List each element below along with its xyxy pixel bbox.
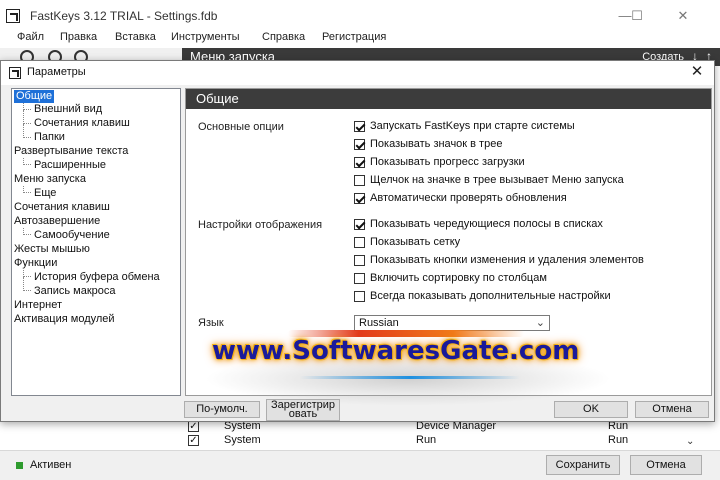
checkbox-label: Запускать FastKeys при старте системы bbox=[370, 120, 575, 132]
checkbox-label: Включить сортировку по столбцам bbox=[370, 272, 547, 284]
checkbox-label: Показывать кнопки изменения и удаления э… bbox=[370, 254, 644, 266]
tree-item-hotkeys[interactable]: Сочетания клавиш bbox=[34, 117, 130, 130]
menu-file[interactable]: Файл bbox=[17, 31, 44, 43]
tree-item-macro-recorder[interactable]: Запись макроса bbox=[34, 285, 116, 298]
checkbox-label: Показывать чередующиеся полосы в списках bbox=[370, 218, 603, 230]
settings-tree[interactable]: Общие Внешний вид Сочетания клавиш Папки… bbox=[11, 88, 181, 396]
status-text: Активен bbox=[30, 459, 72, 471]
tree-item-appearance[interactable]: Внешний вид bbox=[34, 103, 102, 116]
register-button-line2: овать bbox=[288, 408, 318, 420]
tree-item-more[interactable]: Еще bbox=[34, 187, 56, 200]
tree-item-mouse-gestures[interactable]: Жесты мышью bbox=[14, 243, 90, 256]
panel-header: Общие bbox=[186, 89, 711, 109]
checkbox-label: Автоматически проверять обновления bbox=[370, 192, 567, 204]
checkbox-box[interactable] bbox=[354, 121, 365, 132]
dialog-title: Параметры bbox=[27, 66, 86, 78]
checkbox-box[interactable] bbox=[354, 291, 365, 302]
row-category: System bbox=[224, 434, 261, 446]
status-bar: Активен Сохранить Отмена bbox=[0, 450, 720, 480]
menu-registration[interactable]: Регистрация bbox=[322, 31, 386, 43]
checkbox-box[interactable] bbox=[354, 255, 365, 266]
row-name: Run bbox=[416, 434, 437, 446]
tree-item-launch-menu[interactable]: Меню запуска bbox=[14, 173, 86, 186]
dialog-close-icon[interactable]: ✕ bbox=[688, 63, 706, 81]
tree-item-internet[interactable]: Интернет bbox=[14, 299, 62, 312]
tree-item-advanced[interactable]: Расширенные bbox=[34, 159, 106, 172]
window-title: FastKeys 3.12 TRIAL - Settings.fdb bbox=[30, 9, 218, 23]
checkbox-box[interactable] bbox=[354, 175, 365, 186]
watermark-text: www.SoftwaresGate.com bbox=[212, 336, 580, 366]
chevron-down-icon: ⌄ bbox=[535, 317, 545, 329]
menu-bar: Файл Правка Вставка Инструменты Справка … bbox=[0, 30, 720, 48]
menu-help[interactable]: Справка bbox=[262, 31, 305, 43]
main-cancel-button[interactable]: Отмена bbox=[630, 455, 702, 475]
table-row[interactable]: ✓ System Run Run bbox=[182, 434, 702, 448]
display-settings-label: Настройки отображения bbox=[198, 219, 323, 231]
menu-tools[interactable]: Инструменты bbox=[171, 31, 240, 43]
menu-edit[interactable]: Правка bbox=[60, 31, 97, 43]
checkbox-label: Показывать сетку bbox=[370, 236, 461, 248]
language-label: Язык bbox=[198, 317, 224, 329]
tree-item-clipboard-history[interactable]: История буфера обмена bbox=[34, 271, 160, 284]
watermark-underline bbox=[300, 376, 520, 379]
maximize-button[interactable]: ☐ bbox=[622, 6, 652, 26]
close-button[interactable]: ✕ bbox=[668, 6, 698, 26]
tree-item-autocomplete[interactable]: Автозавершение bbox=[14, 215, 100, 228]
checkbox-box[interactable] bbox=[354, 273, 365, 284]
language-value: Russian bbox=[359, 317, 399, 329]
table-row[interactable]: ✓ System Device Manager Run bbox=[182, 420, 702, 434]
tree-item-functions[interactable]: Функции bbox=[14, 257, 57, 270]
save-button[interactable]: Сохранить bbox=[546, 455, 620, 475]
main-titlebar: FastKeys 3.12 TRIAL - Settings.fdb — ☐ ✕ bbox=[0, 0, 720, 30]
language-select[interactable]: Russian ⌄ bbox=[354, 315, 550, 331]
checkbox-label: Щелчок на значке в трее вызывает Меню за… bbox=[370, 174, 624, 186]
checkbox-box[interactable] bbox=[354, 157, 365, 168]
tree-item-module-activation[interactable]: Активация модулей bbox=[14, 313, 115, 326]
row-action: Run bbox=[608, 434, 629, 446]
checkbox-label: Всегда показывать дополнительные настрой… bbox=[370, 290, 611, 302]
row-checkbox[interactable]: ✓ bbox=[188, 435, 199, 446]
checkbox-box[interactable] bbox=[354, 219, 365, 230]
app-icon bbox=[6, 9, 20, 23]
panel-title: Общие bbox=[196, 91, 239, 106]
checkbox-label: Показывать значок в трее bbox=[370, 138, 503, 150]
checkbox-box[interactable] bbox=[354, 193, 365, 204]
checkbox-box[interactable] bbox=[354, 139, 365, 150]
menu-insert[interactable]: Вставка bbox=[115, 31, 156, 43]
tree-item-folders[interactable]: Папки bbox=[34, 131, 65, 144]
row-checkbox[interactable]: ✓ bbox=[188, 421, 199, 432]
tree-item-general[interactable]: Общие bbox=[14, 90, 55, 103]
status-indicator-icon bbox=[16, 462, 23, 469]
tree-item-text-expansion[interactable]: Развертывание текста bbox=[14, 145, 128, 158]
scroll-down-icon[interactable]: ⌄ bbox=[686, 436, 694, 447]
dialog-app-icon bbox=[9, 67, 21, 79]
tree-item-self-learning[interactable]: Самообучение bbox=[34, 229, 110, 242]
basic-options-label: Основные опции bbox=[198, 121, 284, 133]
checkbox-box[interactable] bbox=[354, 237, 365, 248]
tree-item-shortcuts[interactable]: Сочетания клавиш bbox=[14, 201, 110, 214]
checkbox-label: Показывать прогресс загрузки bbox=[370, 156, 525, 168]
cancel-button[interactable]: Отмена bbox=[635, 401, 709, 418]
dialog-titlebar: Параметры ✕ bbox=[1, 61, 714, 85]
